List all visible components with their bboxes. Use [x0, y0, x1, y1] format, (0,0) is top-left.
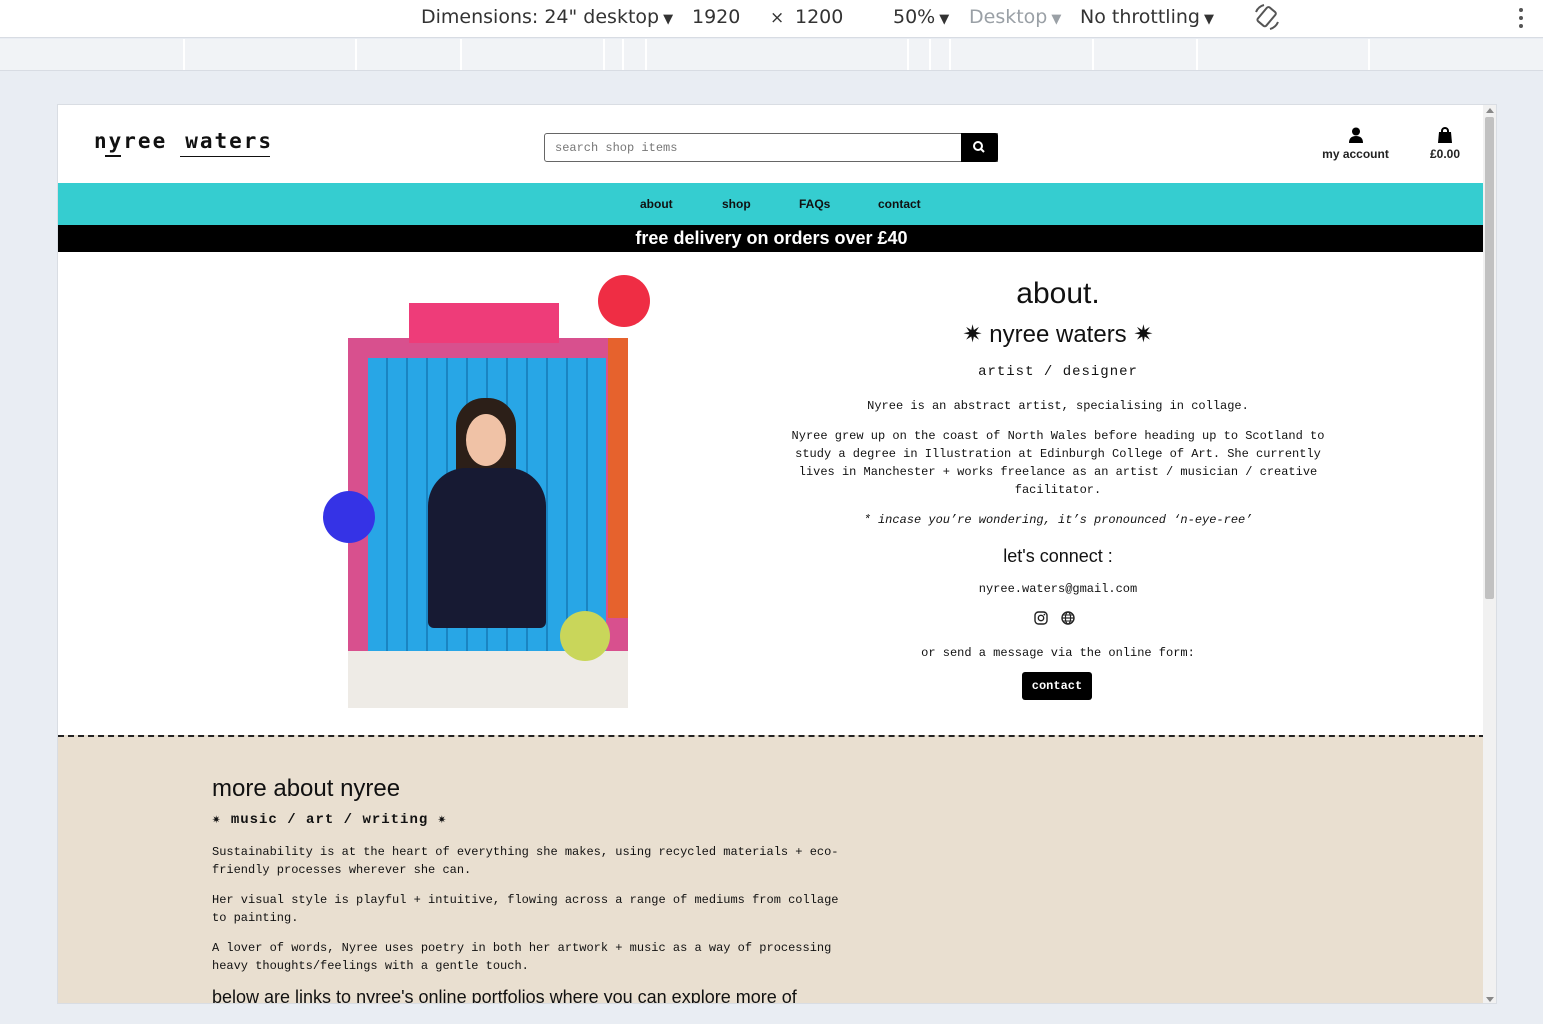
chevron-down-icon: ▼ [1203, 12, 1214, 27]
contact-button[interactable]: contact [1022, 672, 1092, 700]
globe-icon[interactable] [1061, 611, 1075, 625]
more-about-section: more about nyree ✷ music / art / writing… [58, 735, 1485, 1004]
nav-item-faqs[interactable]: FAQs [799, 197, 830, 211]
logo-underline [105, 155, 121, 157]
chevron-down-icon: ▼ [939, 12, 950, 27]
dimensions-label: Dimensions: 24" desktop [421, 6, 660, 28]
search-input[interactable]: search shop items [544, 133, 998, 162]
height-input[interactable]: 1200 [795, 6, 843, 28]
nav-item-contact[interactable]: contact [878, 197, 921, 211]
dimensions-dropdown[interactable]: Dimensions: 24" desktop ▼ [421, 6, 673, 28]
logo-underline [180, 156, 270, 157]
collage-dot-red [598, 275, 650, 327]
zoom-dropdown[interactable]: 50% ▼ [893, 6, 949, 28]
times-symbol: × [770, 8, 785, 28]
intro-text: Nyree is an abstract artist, specialisin… [867, 399, 1249, 413]
site-logo[interactable]: nyree waters [94, 129, 273, 153]
cart-total: £0.00 [1429, 147, 1461, 161]
account-link[interactable]: my account [1313, 127, 1398, 161]
device-type-label: Desktop [969, 6, 1048, 28]
more-options-icon[interactable] [1516, 6, 1526, 30]
search-icon [973, 141, 985, 153]
instagram-icon[interactable] [1034, 611, 1048, 625]
scrollbar[interactable] [1483, 105, 1496, 1003]
devtools-toolbar: Dimensions: 24" desktop ▼ 1920 × 1200 50%… [0, 0, 1543, 38]
artist-name: ✷ nyree waters ✷ [962, 321, 1154, 348]
logo-first-word: nyree [94, 129, 168, 153]
collage-dot-lime [560, 611, 610, 661]
collage-dot-blue [323, 491, 375, 543]
paragraph: A lover of words, Nyree uses poetry in b… [212, 941, 832, 973]
main-nav: about shop FAQs contact [58, 183, 1485, 225]
artist-role: artist / designer [978, 364, 1138, 380]
social-links [1034, 611, 1084, 627]
form-prompt: or send a message via the online form: [921, 646, 1195, 660]
bio-text: Nyree grew up on the coast of North Wale… [791, 429, 1325, 497]
search-button[interactable] [961, 133, 998, 162]
throttling-dropdown[interactable]: No throttling ▼ [1080, 6, 1214, 28]
section-heading: more about nyree [212, 775, 401, 802]
device-viewport: nyree waters search shop items my account… [57, 104, 1497, 1004]
chevron-down-icon: ▼ [1051, 12, 1062, 27]
page-title: about. [1016, 277, 1100, 310]
chevron-down-icon: ▼ [663, 12, 674, 27]
cart-link[interactable]: £0.00 [1418, 127, 1472, 161]
zoom-label: 50% [893, 6, 936, 28]
scrollbar-thumb[interactable] [1485, 117, 1494, 599]
width-input[interactable]: 1920 [692, 6, 740, 28]
paragraph: Her visual style is playful + intuitive,… [212, 893, 839, 925]
section-tags: ✷ music / art / writing ✷ [212, 812, 448, 828]
email-link[interactable]: nyree.waters@gmail.com [758, 580, 1358, 598]
nav-item-shop[interactable]: shop [722, 197, 751, 211]
portfolio-links-heading: below are links to nyree's online portfo… [212, 987, 797, 1004]
scroll-down-arrow-icon[interactable] [1486, 997, 1494, 1002]
nav-item-about[interactable]: about [640, 197, 673, 211]
user-icon [1348, 127, 1363, 143]
connect-heading: let's connect : [1003, 546, 1113, 566]
shopping-bag-icon [1438, 127, 1452, 143]
throttling-label: No throttling [1080, 6, 1200, 28]
rotate-icon[interactable] [1252, 2, 1282, 32]
collage-tape [409, 303, 559, 343]
page-content: nyree waters search shop items my account… [58, 105, 1485, 1004]
device-type-dropdown[interactable]: Desktop ▼ [969, 6, 1061, 28]
pronunciation-note: * incase you’re wondering, it’s pronounc… [863, 513, 1253, 527]
logo-last-word: waters [185, 129, 274, 153]
account-label: my account [1322, 147, 1389, 161]
scroll-up-arrow-icon[interactable] [1486, 108, 1494, 113]
media-query-ruler [0, 39, 1543, 71]
promo-banner: free delivery on orders over £40 [58, 225, 1485, 252]
paragraph: Sustainability is at the heart of everyt… [212, 845, 839, 877]
